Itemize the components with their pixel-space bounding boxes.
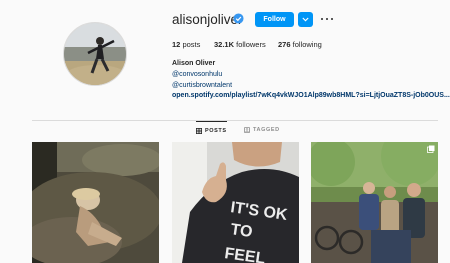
- photo-thumbs-up-shirt: IT'S OK TO FEEL: [172, 142, 299, 263]
- tabs-divider: [32, 120, 438, 121]
- following-label: following: [292, 40, 322, 49]
- posts-count: 12: [172, 40, 181, 49]
- verified-badge-icon: [233, 13, 244, 24]
- dot-icon: [325, 17, 329, 21]
- tag-icon: [244, 127, 250, 133]
- profile-avatar[interactable]: [63, 22, 127, 86]
- profile-username: alisonjoliver: [172, 12, 243, 27]
- dot-icon: [330, 17, 333, 21]
- post-thumbnail[interactable]: IT'S OK TO FEEL: [172, 142, 299, 263]
- bio-website-link[interactable]: open.spotify.com/playlist/7wKq4vkWJO1Alp…: [172, 92, 450, 99]
- tab-tagged-label: TAGGED: [253, 127, 280, 133]
- tab-posts-label: POSTS: [205, 127, 227, 134]
- post-thumbnail[interactable]: [311, 142, 438, 263]
- followers-stat[interactable]: 32.1K followers: [214, 40, 266, 49]
- svg-text:TO: TO: [229, 221, 253, 241]
- grid-icon: [196, 127, 202, 134]
- bio-mention-link[interactable]: @convosonhulu: [172, 71, 222, 78]
- post-thumbnail[interactable]: [32, 142, 159, 263]
- posts-label: posts: [182, 40, 201, 49]
- multiple-photos-icon: [427, 145, 435, 153]
- following-stat[interactable]: 276 following: [278, 40, 322, 49]
- photo-group-bikes: [311, 142, 438, 263]
- followers-label: followers: [236, 40, 266, 49]
- photo-outdoor-crouching-person: [32, 142, 159, 263]
- tab-posts[interactable]: POSTS: [196, 121, 227, 139]
- bio-mention-link[interactable]: @curtisbrowntalent: [172, 82, 232, 89]
- suggested-accounts-button[interactable]: [298, 12, 313, 27]
- tab-tagged[interactable]: TAGGED: [244, 121, 280, 139]
- bio-full-name: Alison Oliver: [172, 60, 216, 67]
- posts-stat: 12 posts: [172, 40, 200, 49]
- follow-button[interactable]: Follow: [255, 12, 294, 27]
- chevron-down-icon: [302, 17, 309, 22]
- more-options-button[interactable]: [321, 13, 333, 25]
- followers-count: 32.1K: [214, 40, 235, 49]
- following-count: 276: [278, 40, 291, 49]
- dot-icon: [321, 17, 324, 21]
